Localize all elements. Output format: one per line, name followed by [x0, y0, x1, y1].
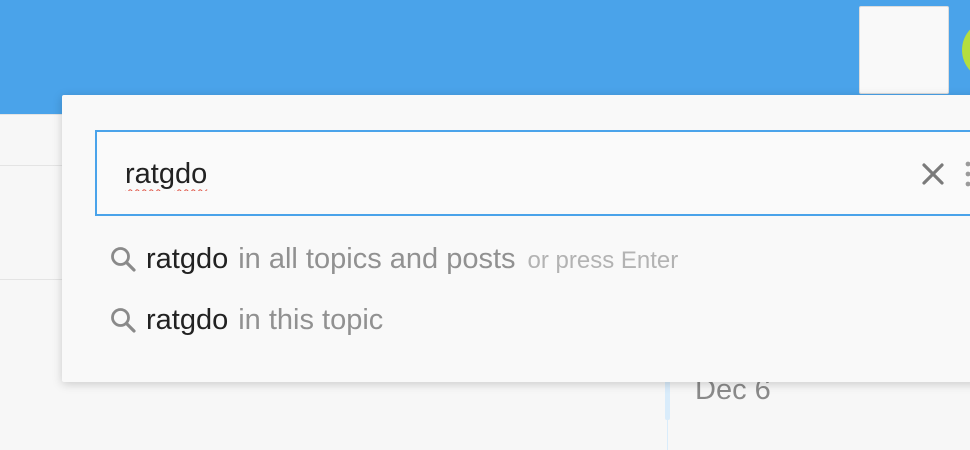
timeline-line — [667, 420, 668, 450]
suggestion-term: ratgdo — [146, 303, 229, 336]
search-icon — [111, 308, 136, 333]
divider — [0, 165, 62, 166]
suggestion-term: ratgdo — [146, 242, 229, 275]
search-icon — [111, 247, 136, 272]
search-input[interactable] — [125, 152, 885, 196]
close-icon — [922, 163, 944, 185]
header-menu-button[interactable] — [859, 6, 949, 94]
timeline-scroller[interactable] — [665, 380, 670, 420]
search-suggestion-this-topic[interactable]: ratgdo in this topic — [108, 300, 395, 340]
suggestion-scope: in this topic — [238, 303, 384, 336]
page: Dec 6 ratgdo ratgdo in all topics and po… — [0, 0, 970, 450]
suggestion-hint: or press Enter — [527, 247, 679, 274]
clear-search-button[interactable] — [915, 156, 951, 192]
search-box — [95, 130, 970, 216]
search-suggestion-all-topics[interactable]: ratgdo in all topics and posts or press … — [108, 239, 678, 279]
divider — [0, 279, 62, 280]
search-options-button[interactable] — [963, 158, 970, 190]
search-menu: ratgdo in all topics and posts or press … — [62, 95, 970, 382]
avatar[interactable] — [962, 20, 970, 80]
suggestion-scope: in all topics and posts — [238, 242, 516, 275]
more-vertical-icon — [965, 161, 970, 187]
divider — [0, 114, 62, 115]
